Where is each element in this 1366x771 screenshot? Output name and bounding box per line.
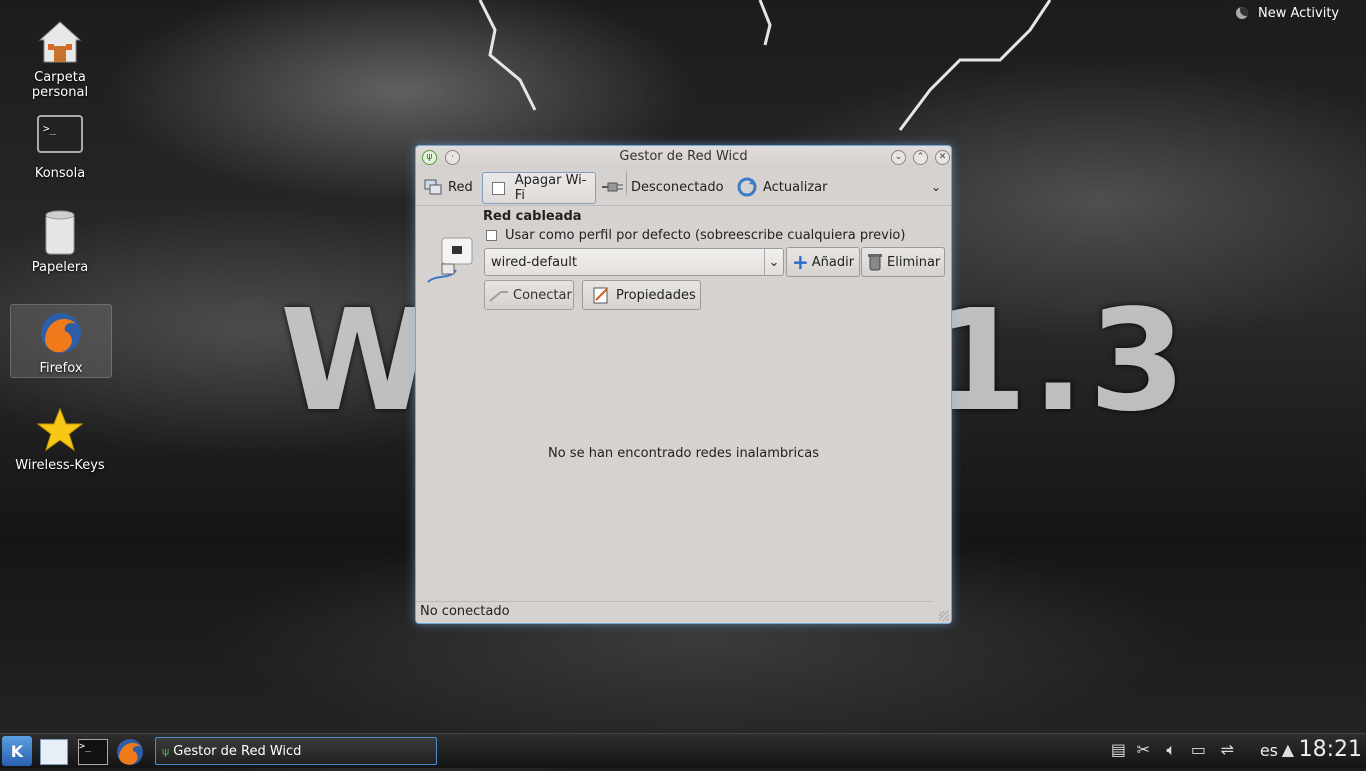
statusbar: No conectado [416, 601, 933, 623]
kde-menu-button[interactable]: K [2, 736, 32, 766]
refresh-icon [737, 177, 757, 197]
default-profile-label: Usar como perfil por defecto (sobreescri… [505, 228, 906, 243]
desktop-icon-label: Konsola [34, 166, 86, 181]
network-list: Red cableada Usar como perfil por defect… [416, 206, 951, 601]
default-profile-checkbox[interactable] [486, 230, 497, 241]
lightning-decoration [478, 0, 1052, 131]
connect-label: Conectar [513, 287, 572, 303]
desktop-icon-label: Firefox [39, 361, 83, 376]
wifi-off-checkbox[interactable] [492, 181, 505, 195]
new-activity-button[interactable]: New Activity [1226, 0, 1366, 26]
network-tray-icon[interactable]: ▤ [1111, 740, 1126, 759]
star-icon [36, 406, 84, 454]
refresh-label: Actualizar [763, 179, 828, 195]
network-icon [424, 179, 442, 195]
desktop-icon-label: Carpeta personal [31, 70, 89, 100]
connection-status-label: Desconectado [631, 179, 724, 195]
chevron-down-icon: ⌄ [764, 249, 783, 275]
firefox-launcher[interactable] [115, 737, 145, 771]
wired-profile-value: wired-default [491, 254, 577, 270]
desktop-icon-label: Wireless-Keys [15, 458, 105, 473]
firefox-icon [37, 309, 85, 357]
activity-icon [1236, 7, 1248, 19]
wifi-off-toggle[interactable]: Apagar Wi-Fi [482, 172, 596, 204]
trash-icon [868, 254, 882, 271]
trash-icon [36, 208, 84, 256]
volume-icon[interactable]: 🔈︎ [1166, 740, 1176, 760]
task-wicd-label: Gestor de Red Wicd [173, 743, 302, 759]
display-icon[interactable]: ▭ [1191, 740, 1206, 759]
svg-text:>_: >_ [43, 122, 57, 135]
desktop-icon-firefox[interactable]: Firefox [10, 304, 112, 378]
firefox-icon [117, 739, 143, 765]
default-profile-option[interactable]: Usar como perfil por defecto (sobreescri… [486, 228, 905, 243]
home-folder-icon [36, 18, 84, 66]
konsole-launcher[interactable]: >_ [78, 739, 108, 765]
task-wicd[interactable]: ψ Gestor de Red Wicd [155, 737, 437, 765]
desktop-icon-label: Papelera [31, 260, 89, 275]
properties-label: Propiedades [616, 287, 696, 303]
properties-icon [593, 287, 608, 304]
tray-expand-icon[interactable]: ▲ [1282, 740, 1294, 759]
taskbar: K >_ ψ Gestor de Red Wicd ▤ ✂ 🔈︎ ▭ ⇌ es … [0, 733, 1366, 768]
plus-icon: + [792, 250, 809, 274]
toolbar-overflow-button[interactable]: ⌄ [931, 172, 941, 202]
desktop-icon-trash[interactable]: Papelera [10, 208, 110, 275]
wired-network-icon [426, 236, 474, 290]
minimize-button[interactable]: ⌄ [891, 150, 906, 165]
usb-icon[interactable]: ⇌ [1221, 740, 1234, 759]
network-label: Red [448, 179, 473, 195]
maximize-button[interactable]: ⌃ [913, 150, 928, 165]
toolbar-separator [626, 171, 627, 195]
remove-profile-button[interactable]: Eliminar [861, 247, 945, 277]
desktop-icon-home[interactable]: Carpeta personal [10, 18, 110, 100]
refresh-button[interactable]: Actualizar [737, 172, 827, 202]
window-title: Gestor de Red Wicd [619, 149, 748, 164]
connect-icon [489, 291, 508, 302]
empty-wireless-message: No se han encontrado redes inalambricas [548, 446, 819, 461]
close-button[interactable]: ✕ [935, 150, 950, 165]
toolbar: Red Apagar Wi-Fi Desconectado Actualizar… [416, 169, 951, 205]
scissors-icon[interactable]: ✂ [1137, 740, 1150, 759]
statusbar-text: No conectado [420, 604, 510, 619]
connect-button[interactable]: Conectar [484, 280, 574, 310]
add-profile-label: Añadir [811, 254, 855, 270]
network-button[interactable]: Red [424, 172, 473, 202]
clock[interactable]: 18:21 [1299, 737, 1362, 762]
wicd-window: ψ · Gestor de Red Wicd ⌄ ⌃ ✕ Red Apagar … [415, 145, 952, 624]
terminal-icon: >_ [79, 741, 92, 752]
wifi-off-label: Apagar Wi-Fi [514, 173, 587, 203]
wired-profile-select[interactable]: wired-default ⌄ [484, 248, 784, 276]
resize-grip[interactable] [939, 611, 949, 621]
chevron-down-icon: ⌄ [930, 180, 941, 194]
connection-status: Desconectado [602, 171, 724, 202]
desktop-icon-wireless-keys[interactable]: Wireless-Keys [10, 406, 110, 473]
remove-profile-label: Eliminar [887, 254, 941, 270]
wallpaper-text-right: 1.3 [930, 280, 1191, 443]
window-titlebar[interactable]: ψ · Gestor de Red Wicd ⌄ ⌃ ✕ [416, 146, 951, 168]
kde-logo-icon: K [10, 741, 24, 761]
wicd-icon: ψ [162, 744, 170, 758]
properties-button[interactable]: Propiedades [582, 280, 701, 310]
desktop-icon-konsole[interactable]: >_ Konsola [10, 114, 110, 181]
wired-network-heading: Red cableada [483, 209, 582, 224]
terminal-icon: >_ [36, 114, 84, 162]
add-profile-button[interactable]: + Añadir [786, 247, 860, 277]
plug-icon [602, 182, 623, 192]
file-manager-launcher[interactable] [40, 739, 68, 765]
keyboard-layout[interactable]: es [1260, 741, 1278, 760]
new-activity-label: New Activity [1258, 5, 1340, 21]
